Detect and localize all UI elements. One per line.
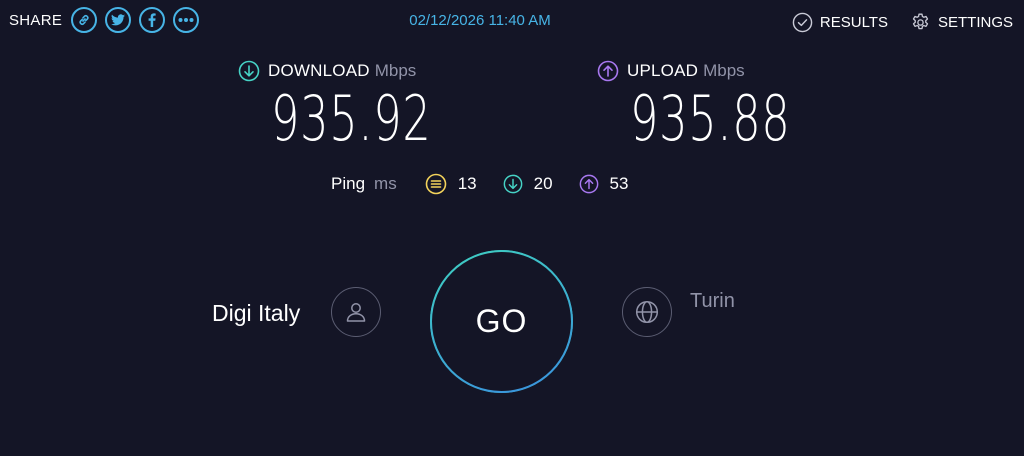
idle-latency-value: 13: [457, 174, 477, 193]
upload-latency-icon: [579, 174, 598, 194]
download-latency-icon: [503, 174, 522, 194]
ping-unit: ms: [374, 174, 397, 193]
top-right-nav: RESULTS SETTINGS: [792, 12, 1013, 33]
go-button[interactable]: GO: [430, 250, 573, 393]
settings-button[interactable]: SETTINGS: [910, 12, 1013, 33]
download-latency-value: 20: [533, 174, 553, 193]
upload-speed-value: 935.88: [630, 82, 791, 155]
results-label: RESULTS: [819, 14, 888, 31]
download-label: DOWNLOAD: [268, 61, 370, 80]
upload-metric: UPLOAD Mbps 935.88: [597, 58, 857, 150]
results-button[interactable]: RESULTS: [792, 12, 888, 33]
upload-unit: Mbps: [703, 61, 745, 80]
download-latency: 20: [503, 174, 553, 194]
download-metric: DOWNLOAD Mbps 935.92: [238, 58, 498, 150]
globe-icon: [635, 300, 659, 324]
download-unit: Mbps: [374, 61, 417, 80]
upload-label: UPLOAD: [627, 61, 699, 80]
gear-icon: [912, 13, 929, 30]
upload-header: UPLOAD Mbps: [597, 58, 857, 84]
isp-name[interactable]: Digi Italy: [212, 300, 300, 327]
idle-latency: 13: [425, 173, 477, 195]
download-speed-value: 935.92: [271, 82, 432, 155]
upload-arrow-icon: [597, 60, 619, 82]
user-icon: [346, 303, 366, 322]
settings-label: SETTINGS: [937, 14, 1013, 31]
upload-latency: 53: [579, 174, 629, 194]
server-globe-button[interactable]: [622, 287, 672, 337]
ping-label: Ping: [331, 174, 366, 193]
download-arrow-icon: [238, 60, 260, 82]
go-label: GO: [475, 303, 528, 339]
ping-row: Ping ms 13 20 53: [331, 172, 654, 196]
server-location[interactable]: Turin: [690, 290, 735, 313]
idle-latency-icon: [425, 173, 447, 195]
upload-latency-value: 53: [609, 174, 629, 193]
download-header: DOWNLOAD Mbps: [238, 58, 498, 84]
speedtest-results-page: SHARE 02/12/2026 11:40 AM RESULTS SETTIN…: [0, 0, 1024, 456]
isp-user-button[interactable]: [331, 287, 381, 337]
check-circle-icon: [792, 12, 813, 33]
